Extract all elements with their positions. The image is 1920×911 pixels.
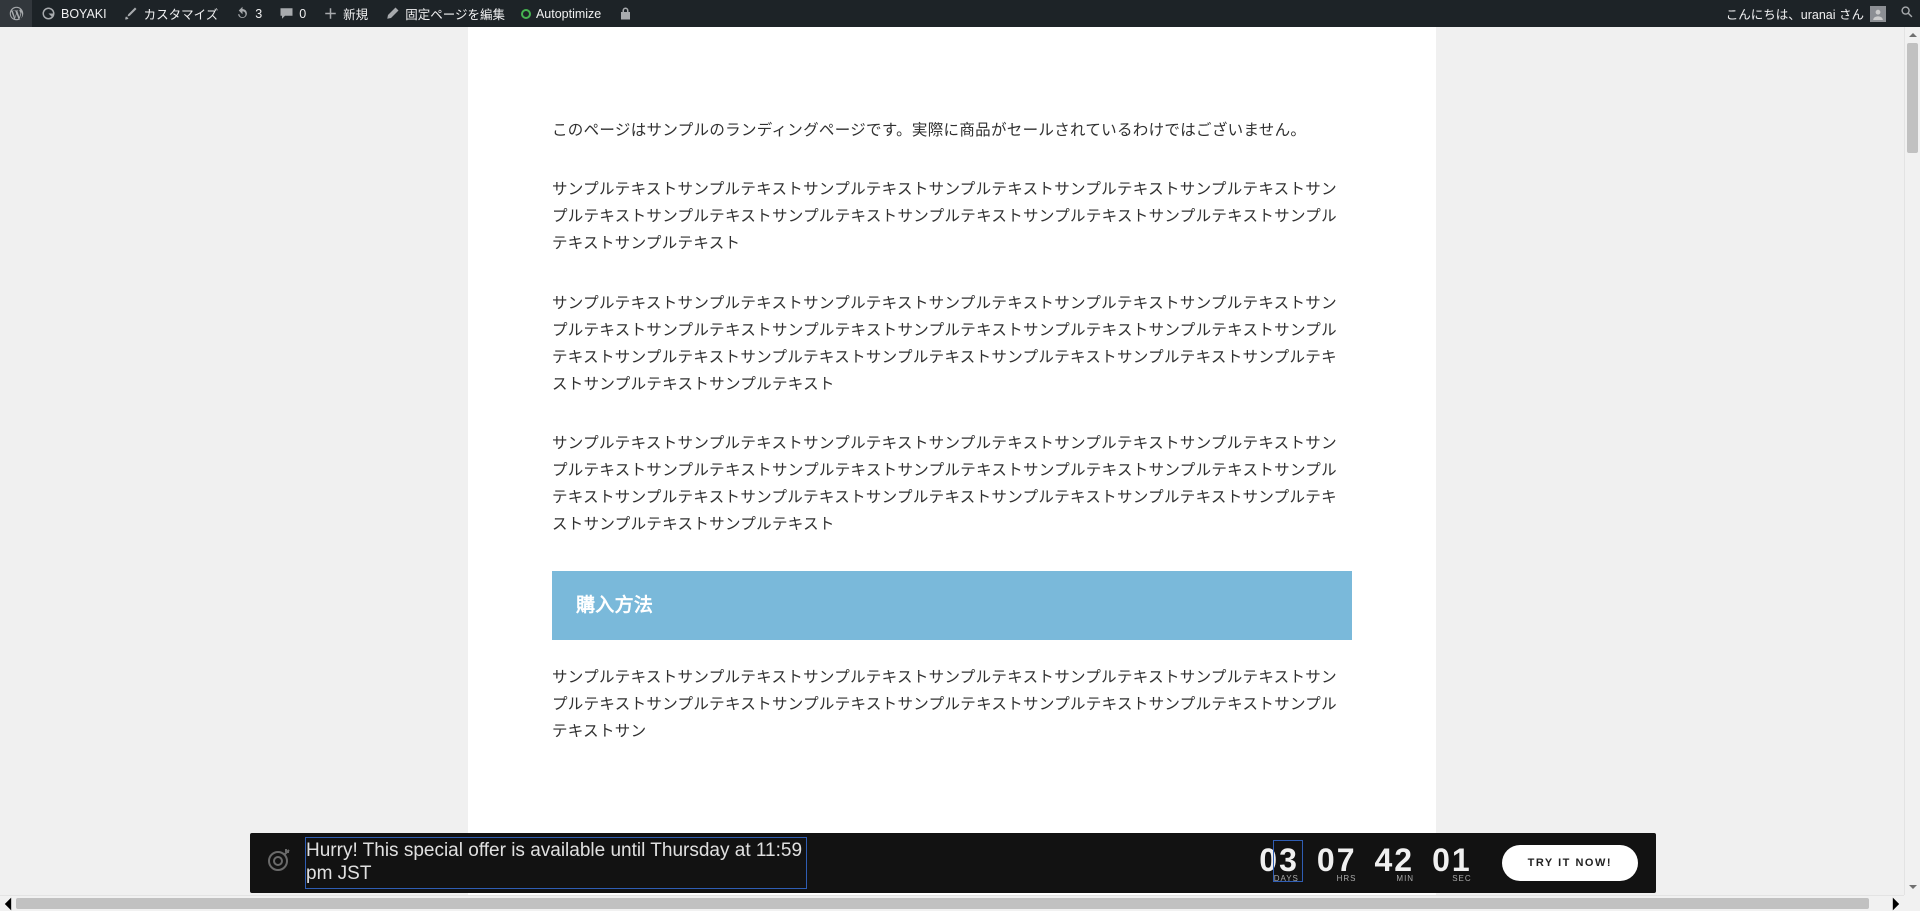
vertical-scroll-thumb[interactable] bbox=[1907, 43, 1918, 153]
horizontal-scroll-track[interactable] bbox=[16, 896, 1888, 911]
adminbar-search[interactable] bbox=[1894, 0, 1920, 27]
countdown-seconds-value: 01 bbox=[1432, 844, 1472, 876]
countdown-message-line2: pm JST bbox=[306, 863, 371, 884]
wp-logo-menu[interactable] bbox=[0, 0, 32, 27]
countdown-minutes: 42 MIN bbox=[1374, 844, 1414, 883]
account-menu[interactable]: こんにちは、uranai さん bbox=[1718, 0, 1894, 27]
page-card: このページはサンプルのランディングページです。実際に商品がセールされているわけで… bbox=[468, 27, 1436, 895]
autoptimize-label: Autoptimize bbox=[536, 7, 601, 21]
countdown-days: 03 DAYS bbox=[1259, 844, 1299, 883]
sample-paragraph-1: サンプルテキストサンプルテキストサンプルテキストサンプルテキストサンプルテキスト… bbox=[552, 176, 1352, 257]
refresh-icon bbox=[234, 6, 250, 22]
new-label: 新規 bbox=[343, 4, 368, 23]
search-icon bbox=[1900, 5, 1914, 22]
scrollbar-corner bbox=[1904, 895, 1920, 911]
countdown-hours-value: 07 bbox=[1317, 844, 1357, 876]
countdown-bar: Hurry! This special offer is available u… bbox=[250, 833, 1656, 893]
edit-page-label: 固定ページを編集 bbox=[405, 4, 505, 23]
sample-paragraph-4: サンプルテキストサンプルテキストサンプルテキストサンプルテキストサンプルテキスト… bbox=[552, 664, 1352, 745]
dashboard-icon bbox=[40, 6, 56, 22]
countdown-message-line1: Hurry! This special offer is available u… bbox=[306, 840, 802, 861]
horizontal-scroll-thumb[interactable] bbox=[16, 898, 1869, 909]
avatar-icon bbox=[1870, 6, 1886, 22]
countdown-hours: 07 HRS bbox=[1317, 844, 1357, 883]
vertical-scroll-track[interactable] bbox=[1905, 43, 1920, 879]
page-viewport: このページはサンプルのランディングページです。実際に商品がセールされているわけで… bbox=[0, 27, 1904, 895]
comments-link[interactable]: 0 bbox=[270, 0, 314, 27]
target-icon bbox=[266, 849, 290, 878]
scroll-up-arrow-icon[interactable] bbox=[1905, 27, 1920, 43]
customize-label: カスタマイズ bbox=[144, 4, 219, 23]
intro-paragraph: このページはサンプルのランディングページです。実際に商品がセールされているわけで… bbox=[552, 117, 1352, 144]
status-ok-icon bbox=[521, 9, 531, 19]
try-it-now-button[interactable]: TRY IT NOW! bbox=[1502, 845, 1638, 881]
countdown-minutes-value: 42 bbox=[1374, 844, 1414, 876]
updates-link[interactable]: 3 bbox=[226, 0, 270, 27]
updates-count: 3 bbox=[255, 7, 262, 21]
countdown-logo bbox=[250, 849, 306, 878]
lock-icon bbox=[617, 6, 633, 22]
plus-icon bbox=[322, 6, 338, 22]
countdown-days-value: 03 bbox=[1259, 844, 1299, 876]
sample-paragraph-3: サンプルテキストサンプルテキストサンプルテキストサンプルテキストサンプルテキスト… bbox=[552, 430, 1352, 539]
edit-page-link[interactable]: 固定ページを編集 bbox=[376, 0, 513, 27]
countdown-digits: 03 DAYS 07 HRS 42 MIN 01 SEC bbox=[1259, 844, 1501, 883]
wp-admin-bar: BOYAKI カスタマイズ 3 0 新規 bbox=[0, 0, 1920, 27]
autoptimize-link[interactable]: Autoptimize bbox=[513, 0, 609, 27]
horizontal-scrollbar[interactable] bbox=[0, 895, 1904, 911]
comment-icon bbox=[278, 6, 294, 22]
scroll-right-arrow-icon[interactable] bbox=[1888, 896, 1904, 911]
site-name-label: BOYAKI bbox=[61, 7, 107, 21]
new-content-link[interactable]: 新規 bbox=[314, 0, 376, 27]
vertical-scrollbar[interactable] bbox=[1904, 27, 1920, 895]
scroll-left-arrow-icon[interactable] bbox=[0, 896, 16, 911]
brush-icon bbox=[123, 6, 139, 22]
customize-link[interactable]: カスタマイズ bbox=[115, 0, 227, 27]
pencil-icon bbox=[384, 6, 400, 22]
sample-paragraph-2: サンプルテキストサンプルテキストサンプルテキストサンプルテキストサンプルテキスト… bbox=[552, 290, 1352, 399]
countdown-message[interactable]: Hurry! This special offer is available u… bbox=[306, 838, 806, 888]
scroll-down-arrow-icon[interactable] bbox=[1905, 879, 1920, 895]
site-name-link[interactable]: BOYAKI bbox=[32, 0, 115, 27]
wordpress-icon bbox=[8, 6, 24, 22]
page-content: このページはサンプルのランディングページです。実際に商品がセールされているわけで… bbox=[552, 27, 1352, 745]
section-heading-purchase: 購入方法 bbox=[552, 571, 1352, 640]
lock-link[interactable] bbox=[609, 0, 641, 27]
greeting-label: こんにちは、uranai さん bbox=[1726, 4, 1864, 23]
countdown-seconds: 01 SEC bbox=[1432, 844, 1472, 883]
comments-count: 0 bbox=[299, 7, 306, 21]
